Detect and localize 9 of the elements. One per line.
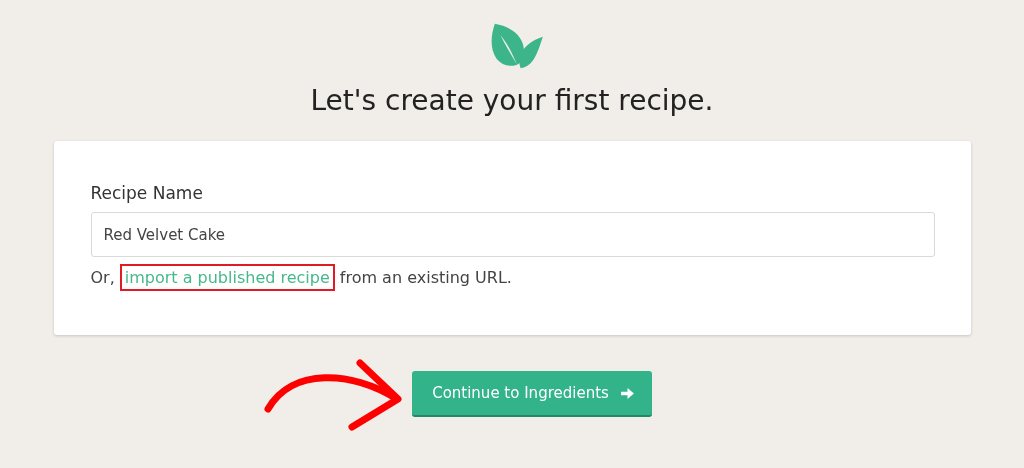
page-heading: Let's create your first recipe. (310, 84, 714, 117)
arrow-right-icon (620, 387, 634, 399)
import-text: from an existing URL. (339, 268, 512, 287)
field-label: Recipe Name (90, 183, 203, 203)
recipe-name-field[interactable]: Red Velvet Cake (90, 212, 935, 257)
continue-button[interactable]: Continue to Ingredients (412, 371, 652, 417)
import-text: Or, (90, 268, 115, 287)
leaves-logo-icon (489, 22, 545, 70)
import-link[interactable]: import a published recipe (119, 264, 335, 291)
